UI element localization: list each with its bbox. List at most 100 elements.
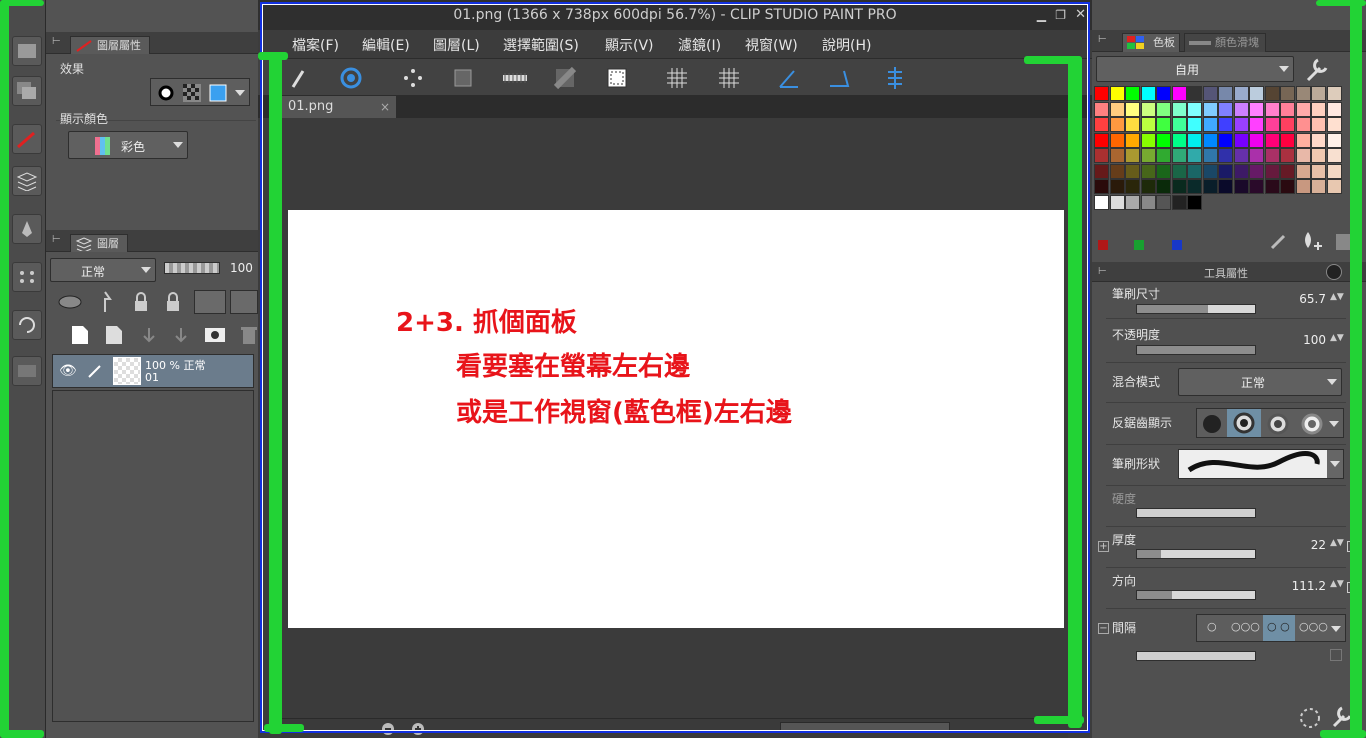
color-swatch[interactable] — [1094, 132, 1109, 148]
color-swatch[interactable] — [1187, 179, 1202, 194]
recent-color-swatch[interactable] — [1098, 240, 1108, 250]
horizontal-scrollbar[interactable] — [780, 722, 950, 732]
antialias-none-icon[interactable] — [1201, 413, 1223, 435]
color-swatch[interactable] — [1311, 101, 1326, 117]
color-swatch[interactable] — [1094, 179, 1109, 194]
chevron-down-icon[interactable] — [1329, 421, 1339, 427]
chevron-down-icon[interactable] — [1330, 461, 1340, 467]
color-swatch[interactable] — [1295, 117, 1311, 132]
color-swatch[interactable] — [1249, 132, 1264, 148]
tab-color-set[interactable]: 色板 — [1122, 33, 1180, 52]
color-swatch[interactable] — [1218, 179, 1233, 194]
opacity-slider[interactable] — [1136, 345, 1256, 355]
close-tab-icon[interactable]: × — [380, 96, 390, 118]
color-swatch[interactable] — [1109, 86, 1125, 101]
ruler-enable-icon[interactable] — [230, 290, 258, 314]
tool-pen-icon[interactable] — [12, 124, 42, 154]
color-swatch[interactable] — [1326, 101, 1342, 117]
color-swatch[interactable] — [1109, 179, 1125, 194]
color-swatch[interactable] — [1140, 132, 1156, 148]
eyedropper-icon[interactable] — [1268, 228, 1292, 252]
color-swatch[interactable] — [1156, 148, 1171, 163]
color-swatch[interactable] — [1171, 148, 1187, 163]
color-swatch[interactable] — [1125, 179, 1140, 194]
color-swatch[interactable] — [1218, 148, 1233, 163]
close-icon[interactable]: ✕ — [1075, 0, 1086, 30]
color-set-dropdown[interactable]: 自用 — [1096, 56, 1294, 82]
frame-icon[interactable] — [604, 65, 630, 91]
menu-selection[interactable]: 選擇範圍(S) — [503, 35, 579, 55]
merge-down-icon[interactable] — [140, 326, 158, 344]
menu-view[interactable]: 顯示(V) — [605, 35, 654, 55]
color-swatch[interactable] — [1280, 101, 1295, 117]
antialias-weak-icon[interactable] — [1227, 409, 1261, 437]
thickness-slider[interactable] — [1136, 549, 1256, 559]
lock-icon[interactable] — [132, 291, 150, 313]
interval-toggle[interactable] — [1330, 649, 1342, 661]
antialias-medium-icon[interactable] — [1267, 413, 1289, 435]
color-swatch[interactable] — [1218, 101, 1233, 117]
color-swatch[interactable] — [1109, 148, 1125, 163]
spinner-icon[interactable]: ▲▼ — [1330, 538, 1344, 548]
color-swatch[interactable] — [1218, 86, 1233, 101]
color-swatch[interactable] — [1218, 117, 1233, 132]
color-swatch[interactable] — [1264, 179, 1280, 194]
color-swatch[interactable] — [1295, 179, 1311, 194]
color-swatch[interactable] — [1156, 132, 1171, 148]
collapse-icon[interactable]: ⊢ — [1098, 266, 1107, 277]
new-vector-layer-icon[interactable] — [104, 324, 124, 346]
perspective-ruler-icon[interactable] — [826, 65, 852, 91]
interval-wide-icon[interactable]: ○ ○ — [1263, 615, 1295, 641]
menu-window[interactable]: 視窗(W) — [745, 35, 798, 55]
color-swatch[interactable] — [1171, 194, 1187, 210]
color-swatch[interactable] — [1326, 132, 1342, 148]
ruler-icon[interactable] — [776, 65, 802, 91]
color-swatch[interactable] — [1156, 117, 1171, 132]
color-swatch[interactable] — [1218, 132, 1233, 148]
selection-box-icon[interactable] — [450, 65, 476, 91]
symmetry-ruler-icon[interactable] — [882, 65, 908, 91]
color-swatch[interactable] — [1202, 163, 1218, 179]
antialias-strong-icon[interactable] — [1301, 413, 1323, 435]
color-swatch[interactable] — [1264, 117, 1280, 132]
color-swatch[interactable] — [1109, 101, 1125, 117]
color-swatch[interactable] — [1109, 194, 1125, 210]
color-swatch[interactable] — [1233, 101, 1249, 117]
blend-mode-dropdown[interactable]: 正常 — [50, 258, 156, 282]
mask-enable-icon[interactable] — [194, 290, 226, 314]
opacity-slider[interactable] — [164, 262, 220, 274]
clip-layer-icon[interactable] — [58, 293, 82, 311]
spinner-icon[interactable]: ▲▼ — [1330, 579, 1344, 589]
recent-color-swatch[interactable] — [1134, 240, 1144, 250]
color-swatch[interactable] — [1094, 163, 1109, 179]
zoom-in-icon[interactable] — [410, 721, 426, 737]
color-swatch[interactable] — [1264, 148, 1280, 163]
color-swatch[interactable] — [1233, 132, 1249, 148]
color-swatch[interactable] — [1140, 117, 1156, 132]
color-swatch[interactable] — [1094, 148, 1109, 163]
color-swatch[interactable] — [1311, 132, 1326, 148]
trash-icon[interactable] — [240, 325, 258, 345]
color-swatch[interactable] — [1187, 101, 1202, 117]
spinner-icon[interactable]: ▲▼ — [1330, 333, 1344, 343]
color-swatch[interactable] — [1249, 163, 1264, 179]
color-swatch[interactable] — [1233, 86, 1249, 101]
grid-alt-icon[interactable] — [716, 65, 742, 91]
color-swatch[interactable] — [1109, 163, 1125, 179]
color-swatch[interactable] — [1249, 179, 1264, 194]
border-effect-icon[interactable] — [157, 84, 175, 102]
spinner-icon[interactable]: ▲▼ — [1330, 292, 1344, 302]
color-swatch[interactable] — [1264, 163, 1280, 179]
color-swatch[interactable] — [1187, 148, 1202, 163]
color-swatch[interactable] — [1140, 148, 1156, 163]
display-color-dropdown[interactable]: 彩色 — [68, 131, 188, 159]
color-swatch[interactable] — [1094, 86, 1109, 101]
color-swatch[interactable] — [1140, 163, 1156, 179]
color-swatch[interactable] — [1140, 194, 1156, 210]
tool-layer-icon[interactable] — [12, 36, 42, 66]
color-swatch[interactable] — [1140, 101, 1156, 117]
color-swatch[interactable] — [1109, 132, 1125, 148]
color-swatch[interactable] — [1171, 117, 1187, 132]
dots-icon[interactable] — [400, 65, 426, 91]
color-swatch[interactable] — [1140, 86, 1156, 101]
